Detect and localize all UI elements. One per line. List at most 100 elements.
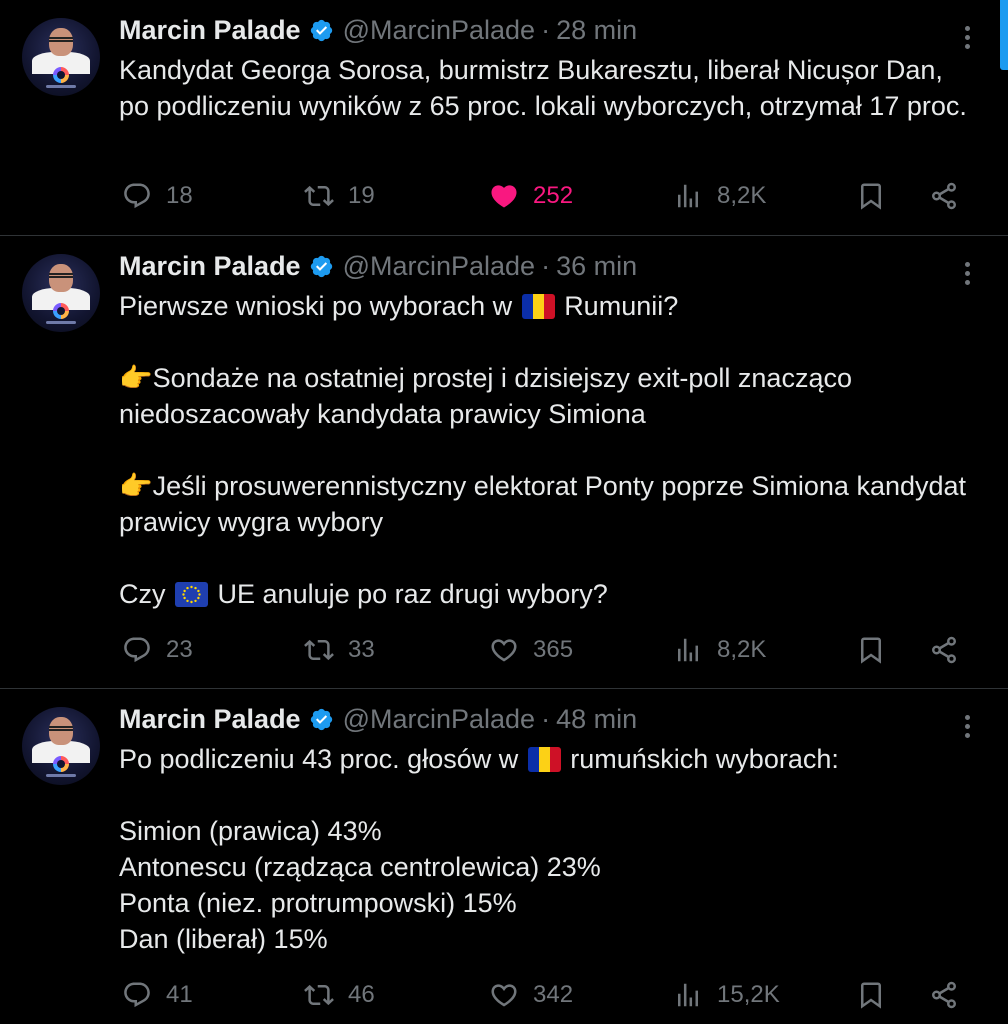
tweet-paragraph: Czy UE anuluje po raz drugi wybory?	[119, 576, 979, 612]
timestamp[interactable]: 48 min	[556, 703, 637, 735]
author-handle[interactable]: @MarcinPalade	[343, 14, 536, 46]
verified-badge-icon	[310, 708, 332, 730]
action-bar: 41 46 342 15,2K	[119, 975, 979, 1015]
author-name[interactable]: Marcin Palade	[119, 14, 301, 46]
result-line: Ponta (niez. protrumpowski) 15%	[119, 888, 517, 918]
action-bar: 18 19 252 8,2K	[119, 176, 979, 216]
verified-badge-icon	[310, 19, 332, 41]
tweet-header: Marcin Palade @MarcinPalade · 48 min	[119, 703, 637, 735]
result-line: Antonescu (rządząca centrolewica) 23%	[119, 852, 601, 882]
heart-icon	[491, 185, 517, 208]
more-options-icon[interactable]	[952, 711, 982, 741]
bookmark-button[interactable]	[856, 635, 886, 665]
avatar[interactable]	[22, 18, 100, 96]
text-segment: UE anuluje po raz drugi wybory?	[217, 579, 608, 609]
reply-icon	[124, 183, 150, 209]
result-line: Simion (prawica) 43%	[119, 816, 382, 846]
views-chart-icon	[678, 638, 698, 662]
like-button[interactable]: 365	[489, 635, 573, 665]
text-segment: rumuńskich wyborach:	[570, 744, 839, 774]
views-chart-icon	[678, 983, 698, 1007]
tweet-text: Kandydat Georga Sorosa, burmistrz Bukare…	[119, 52, 979, 124]
avatar[interactable]	[22, 707, 100, 785]
reply-button[interactable]: 23	[122, 635, 193, 665]
timestamp[interactable]: 28 min	[556, 14, 637, 46]
bookmark-icon	[861, 637, 881, 664]
like-count: 252	[533, 182, 574, 209]
text-segment: Po podliczeniu 43 proc. głosów w	[119, 744, 519, 774]
text-segment: Czy	[119, 579, 166, 609]
separator-dot: ·	[541, 15, 551, 45]
text-segment: Pierwsze wnioski po wyborach w	[119, 291, 513, 321]
retweet-icon	[304, 185, 334, 207]
bookmark-icon	[861, 982, 881, 1009]
tweet-paragraph: 👉Jeśli prosuwerennistyczny elektorat Pon…	[119, 471, 967, 537]
tweet[interactable]: Marcin Palade @MarcinPalade · 28 min Kan…	[0, 0, 1008, 236]
author-handle[interactable]: @MarcinPalade	[343, 703, 536, 735]
avatar[interactable]	[22, 254, 100, 332]
reply-count: 23	[166, 636, 193, 663]
tweet-header: Marcin Palade @MarcinPalade · 28 min	[119, 14, 637, 46]
romania-flag-icon	[527, 747, 561, 772]
retweet-icon	[304, 639, 334, 661]
text-segment: Rumunii?	[564, 291, 679, 321]
heart-icon	[491, 639, 517, 662]
retweet-count: 33	[348, 636, 375, 663]
tweet-paragraph: Kandydat Georga Sorosa, burmistrz Bukare…	[119, 55, 967, 121]
reply-count: 41	[166, 981, 193, 1008]
retweet-button[interactable]: 19	[304, 181, 375, 211]
timestamp[interactable]: 36 min	[556, 250, 637, 282]
heart-icon	[491, 984, 517, 1007]
reply-icon	[124, 637, 150, 663]
tweet-paragraph: Po podliczeniu 43 proc. głosów w rumuńsk…	[119, 741, 979, 777]
reply-count: 18	[166, 182, 193, 209]
views-button[interactable]: 8,2K	[673, 635, 766, 665]
separator-dot: ·	[541, 704, 551, 734]
share-icon	[932, 182, 956, 210]
share-button[interactable]	[929, 181, 959, 211]
author-name[interactable]: Marcin Palade	[119, 703, 301, 735]
more-options-icon[interactable]	[952, 22, 982, 52]
like-button[interactable]: 342	[489, 980, 573, 1010]
separator-dot: ·	[541, 251, 551, 281]
view-count: 8,2K	[717, 636, 767, 663]
author-handle[interactable]: @MarcinPalade	[343, 250, 536, 282]
tweet-header: Marcin Palade @MarcinPalade · 36 min	[119, 250, 637, 282]
tweet-text: Pierwsze wnioski po wyborach w Rumunii? …	[119, 288, 979, 612]
action-bar: 23 33 365 8,2K	[119, 630, 979, 670]
view-count: 15,2K	[717, 981, 780, 1008]
retweet-button[interactable]: 33	[304, 635, 375, 665]
view-count: 8,2K	[717, 182, 767, 209]
share-icon	[932, 981, 956, 1009]
tweet-paragraph: Pierwsze wnioski po wyborach w Rumunii?	[119, 288, 979, 324]
retweet-button[interactable]: 46	[304, 980, 375, 1010]
views-chart-icon	[678, 184, 698, 208]
retweet-count: 46	[348, 981, 375, 1008]
verified-badge-icon	[310, 255, 332, 277]
tweet[interactable]: Marcin Palade @MarcinPalade · 36 min Pie…	[0, 236, 1008, 689]
author-name[interactable]: Marcin Palade	[119, 250, 301, 282]
bookmark-icon	[861, 183, 881, 210]
share-button[interactable]	[929, 635, 959, 665]
tweet-text: Po podliczeniu 43 proc. głosów w rumuńsk…	[119, 741, 979, 957]
tweet-paragraph: 👉Sondaże na ostatniej prostej i dzisiejs…	[119, 363, 852, 429]
result-line: Dan (liberał) 15%	[119, 924, 328, 954]
eu-flag-icon	[175, 582, 209, 607]
like-button[interactable]: 252	[489, 181, 573, 211]
tweet[interactable]: Marcin Palade @MarcinPalade · 48 min Po …	[0, 689, 1008, 1024]
bookmark-button[interactable]	[856, 980, 886, 1010]
timeline-feed: Marcin Palade @MarcinPalade · 28 min Kan…	[0, 0, 1008, 1024]
share-icon	[932, 636, 956, 664]
romania-flag-icon	[521, 294, 555, 319]
share-button[interactable]	[929, 980, 959, 1010]
views-button[interactable]: 15,2K	[673, 980, 780, 1010]
more-options-icon[interactable]	[952, 258, 982, 288]
bookmark-button[interactable]	[856, 181, 886, 211]
reply-button[interactable]: 18	[122, 181, 193, 211]
like-count: 365	[533, 636, 574, 663]
reply-button[interactable]: 41	[122, 980, 193, 1010]
views-button[interactable]: 8,2K	[673, 181, 766, 211]
retweet-icon	[304, 984, 334, 1006]
like-count: 342	[533, 981, 574, 1008]
reply-icon	[124, 982, 150, 1008]
